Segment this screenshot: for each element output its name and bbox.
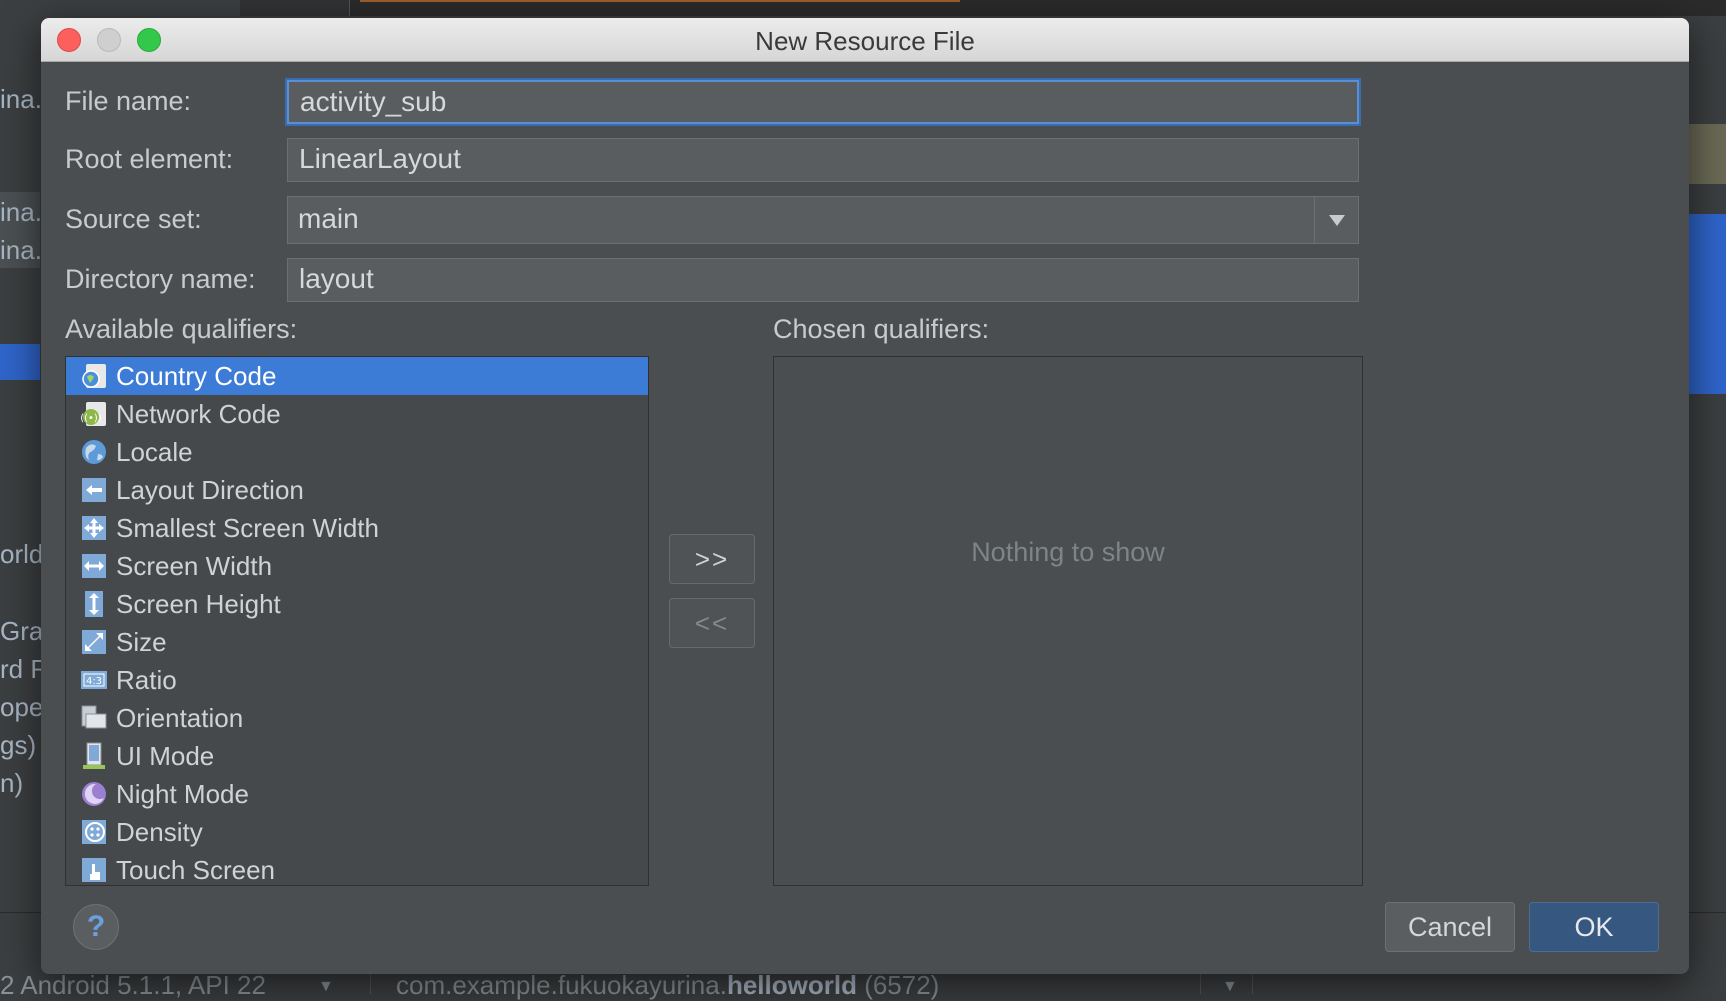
device-dropdown-icon[interactable]: ▼ xyxy=(318,978,334,996)
qualifier-label: Screen Height xyxy=(116,588,281,619)
qualifier-item-screen-height[interactable]: Screen Height xyxy=(66,585,648,623)
qualifier-item-country-code[interactable]: Country Code xyxy=(66,357,648,395)
editor-code-fragment xyxy=(360,0,960,2)
qualifier-item-size[interactable]: Size xyxy=(66,623,648,661)
chosen-qualifiers-list[interactable]: Nothing to show xyxy=(773,356,1363,886)
toolbar-divider xyxy=(1252,972,1253,994)
toolbar-divider xyxy=(370,972,371,994)
qualifier-item-network-code[interactable]: ((•)) Network Code xyxy=(66,395,648,433)
directory-name-input[interactable]: layout xyxy=(287,258,1359,302)
process-name-bold: helloworld xyxy=(726,970,857,1000)
source-set-label: Source set: xyxy=(65,204,202,234)
night-mode-icon xyxy=(82,782,106,806)
file-name-input[interactable]: activity_sub xyxy=(287,80,1359,124)
qualifier-item-density[interactable]: Density xyxy=(66,813,648,851)
help-button[interactable]: ? xyxy=(73,904,119,950)
project-tree-item[interactable]: ina. xyxy=(0,235,42,266)
qualifier-item-locale[interactable]: Locale xyxy=(66,433,648,471)
qualifier-label: Touch Screen xyxy=(116,854,275,885)
source-set-value: main xyxy=(298,203,359,234)
process-name-prefix: com.example.fukuokayurina. xyxy=(396,970,727,1000)
editor-side-marker xyxy=(1686,124,1726,184)
cancel-button[interactable]: Cancel xyxy=(1385,902,1515,952)
root-element-label: Root element: xyxy=(65,144,234,174)
dialog-title: New Resource File xyxy=(755,26,975,56)
qualifier-label: Network Code xyxy=(116,398,281,429)
qualifier-item-layout-direction[interactable]: Layout Direction xyxy=(66,471,648,509)
qualifier-item-orientation[interactable]: Orientation xyxy=(66,699,648,737)
chosen-qualifiers-label: Chosen qualifiers: xyxy=(773,314,990,344)
ui-mode-icon xyxy=(83,742,105,769)
touch-screen-icon xyxy=(82,858,106,882)
editor-gutter xyxy=(240,0,350,16)
file-name-label: File name: xyxy=(65,86,192,116)
directory-name-label: Directory name: xyxy=(65,264,256,294)
project-tree-item[interactable]: ina. xyxy=(0,197,42,228)
qualifier-item-ui-mode[interactable]: UI Mode xyxy=(66,737,648,775)
toolbar-divider xyxy=(1200,972,1201,994)
dialog-titlebar: New Resource File xyxy=(41,18,1689,62)
qualifier-item-smallest-screen-width[interactable]: Smallest Screen Width xyxy=(66,509,648,547)
device-selector[interactable]: 2 Android 5.1.1, API 22 xyxy=(0,970,266,1001)
qualifier-label: Screen Width xyxy=(116,550,273,581)
qualifier-label: Layout Direction xyxy=(116,474,304,505)
available-qualifiers-list[interactable]: Country Code ((•)) Network Code Locale L… xyxy=(65,356,649,886)
editor-top-strip xyxy=(240,0,1726,16)
project-tree-item[interactable]: ina. xyxy=(0,84,42,115)
globe-icon xyxy=(82,440,106,464)
network-code-icon: ((•)) xyxy=(80,402,106,426)
screen-height-icon xyxy=(85,591,103,617)
screen-width-icon xyxy=(82,554,106,578)
size-icon xyxy=(82,630,106,654)
project-tree-selection xyxy=(0,344,40,380)
qualifier-item-touch-screen[interactable]: Touch Screen xyxy=(66,851,648,885)
country-code-icon xyxy=(82,364,106,388)
svg-text:4:3: 4:3 xyxy=(86,676,102,687)
smallest-width-icon xyxy=(82,516,106,540)
qualifier-label: Country Code xyxy=(116,360,277,391)
qualifier-item-night-mode[interactable]: Night Mode xyxy=(66,775,648,813)
qualifier-item-ratio[interactable]: 4:3 Ratio xyxy=(66,661,648,699)
svg-text:((•)): ((•)) xyxy=(80,413,102,424)
project-tree-item[interactable]: n) xyxy=(0,768,23,799)
new-resource-file-dialog: New Resource File File name: activity_su… xyxy=(41,18,1689,974)
process-pid: (6572) xyxy=(864,970,940,1000)
remove-qualifier-button[interactable]: << xyxy=(669,598,755,648)
density-icon xyxy=(82,820,106,844)
source-set-select[interactable]: main xyxy=(287,196,1359,244)
qualifier-item-screen-width[interactable]: Screen Width xyxy=(66,547,648,585)
qualifier-label: Locale xyxy=(116,436,193,467)
project-tree-item[interactable]: ope xyxy=(0,692,43,723)
qualifier-label: UI Mode xyxy=(116,740,215,771)
chevron-down-icon[interactable] xyxy=(1314,197,1358,243)
orientation-icon xyxy=(81,705,107,729)
project-tree-item[interactable]: gs) xyxy=(0,730,36,761)
root-element-input[interactable]: LinearLayout xyxy=(287,138,1359,182)
project-tree-item[interactable]: orld xyxy=(0,539,43,570)
process-selector[interactable]: com.example.fukuokayurina.helloworld (65… xyxy=(396,970,939,1001)
process-dropdown-icon[interactable]: ▼ xyxy=(1222,978,1238,996)
qualifier-label: Density xyxy=(116,816,203,847)
qualifier-label: Smallest Screen Width xyxy=(116,512,379,543)
qualifier-label: Night Mode xyxy=(116,778,249,809)
ok-button[interactable]: OK xyxy=(1529,902,1659,952)
qualifier-label: Size xyxy=(116,626,167,657)
empty-list-message: Nothing to show xyxy=(971,537,1165,567)
qualifier-label: Ratio xyxy=(116,664,177,695)
editor-side-selection xyxy=(1686,214,1726,394)
project-tree-item[interactable]: Gra xyxy=(0,616,43,647)
qualifier-label: Orientation xyxy=(116,702,244,733)
available-qualifiers-label: Available qualifiers: xyxy=(65,314,298,344)
ratio-icon: 4:3 xyxy=(81,671,107,689)
layout-direction-icon xyxy=(82,478,106,502)
add-qualifier-button[interactable]: >> xyxy=(669,534,755,584)
